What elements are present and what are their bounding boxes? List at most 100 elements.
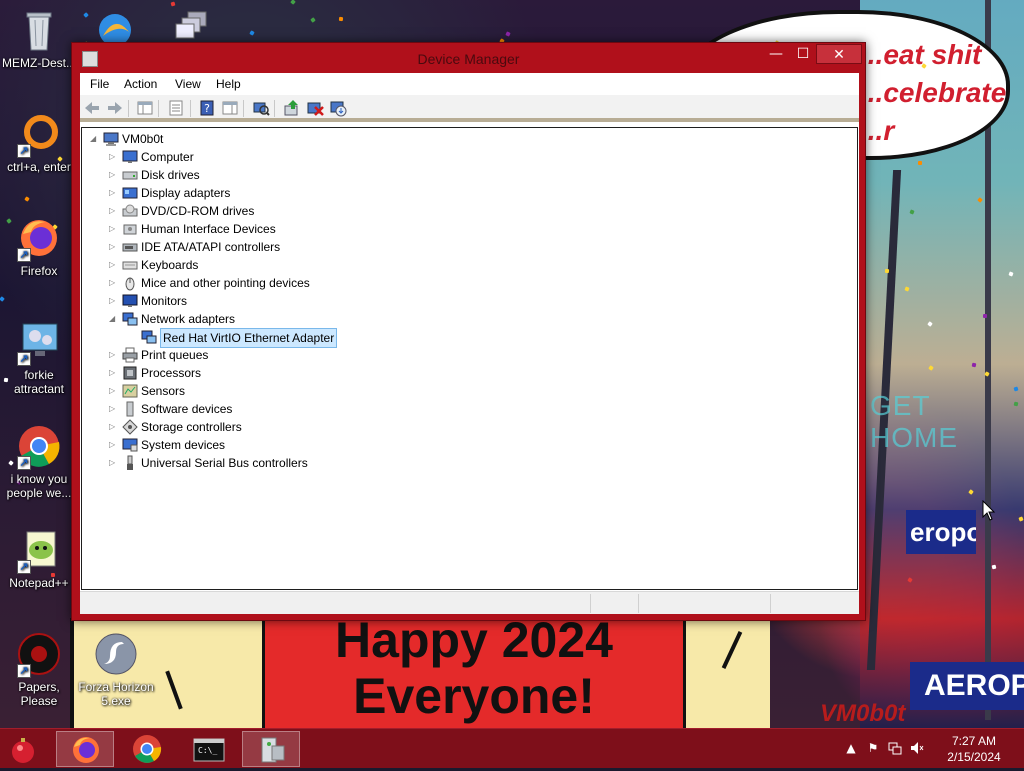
tree-node-network-adapters[interactable]: ◢ Network adapters bbox=[82, 310, 857, 328]
tree-node-sensors[interactable]: ▷ Sensors bbox=[82, 382, 857, 400]
taskbar-chrome[interactable] bbox=[118, 731, 176, 767]
expand-arrow-icon[interactable]: ▷ bbox=[109, 274, 119, 292]
expand-arrow-icon[interactable]: ▷ bbox=[109, 292, 119, 310]
desktop-icon-i-know-you[interactable]: ↗ i know you people we... bbox=[1, 422, 77, 500]
show-hide-console-tree-button[interactable] bbox=[136, 99, 154, 117]
flash-icon bbox=[92, 630, 140, 678]
tree-node-label: Display adapters bbox=[141, 186, 231, 200]
tree-node-label: IDE ATA/ATAPI controllers bbox=[141, 240, 281, 254]
taskbar-device-manager[interactable] bbox=[242, 731, 300, 767]
tree-node-human-interface-devices[interactable]: ▷ Human Interface Devices bbox=[82, 220, 857, 238]
menu-help[interactable]: Help bbox=[216, 77, 241, 91]
tree-root-vm0b0t[interactable]: ◢ VM0b0t bbox=[82, 130, 857, 148]
title-bar[interactable]: Device Manager — ☐ ✕ bbox=[72, 43, 865, 73]
tree-node-software-devices[interactable]: ▷ Software devices bbox=[82, 400, 857, 418]
tree-node-mice-and-other-pointing-devices[interactable]: ▷ Mice and other pointing devices bbox=[82, 274, 857, 292]
tree-node-system-devices[interactable]: ▷ System devices bbox=[82, 436, 857, 454]
tree-node-label: Monitors bbox=[141, 294, 188, 308]
back-button[interactable] bbox=[83, 99, 101, 117]
tree-node-label: Storage controllers bbox=[141, 420, 242, 434]
expand-arrow-icon[interactable]: ▷ bbox=[109, 454, 119, 472]
device-manager-window: Device Manager — ☐ ✕ File Action View He… bbox=[71, 42, 866, 621]
tree-node-label: VM0b0t bbox=[122, 132, 164, 146]
expand-arrow-icon[interactable]: ▷ bbox=[109, 202, 119, 220]
collapse-arrow-icon[interactable]: ◢ bbox=[90, 130, 100, 148]
device-tree[interactable]: ◢ VM0b0t ▷ Computer ▷ Disk drives ▷ Display ada… bbox=[81, 127, 858, 590]
network-icon[interactable] bbox=[888, 741, 902, 755]
minimize-button[interactable]: — bbox=[762, 44, 790, 64]
recycle-bin-icon bbox=[15, 6, 63, 54]
display-adapter-icon bbox=[122, 185, 138, 201]
shortcut-arrow-icon: ↗ bbox=[17, 248, 31, 262]
expand-arrow-icon[interactable]: ▷ bbox=[109, 346, 119, 364]
taskbar-firefox[interactable] bbox=[56, 731, 114, 767]
scan-hardware-icon bbox=[253, 102, 270, 116]
tree-node-monitors[interactable]: ▷ Monitors bbox=[82, 292, 857, 310]
desktop-icon-memz[interactable]: MEMZ-Dest... bbox=[1, 6, 77, 70]
clock[interactable]: 7:27 AM 2/15/2024 bbox=[942, 733, 1006, 765]
expand-arrow-icon[interactable]: ▷ bbox=[109, 382, 119, 400]
desktop-icon-forza[interactable]: Forza Horizon 5.exe bbox=[78, 630, 154, 708]
uninstall-device-icon bbox=[307, 102, 324, 116]
expand-arrow-icon[interactable]: ▷ bbox=[109, 400, 119, 418]
expand-arrow-icon[interactable]: ▷ bbox=[109, 238, 119, 256]
expand-arrow-icon[interactable]: ▷ bbox=[109, 364, 119, 382]
tree-node-print-queues[interactable]: ▷ Print queues bbox=[82, 346, 857, 364]
volume-muted-icon[interactable] bbox=[910, 741, 924, 755]
papers-please-icon: ↗ bbox=[15, 630, 63, 678]
tree-node-keyboards[interactable]: ▷ Keyboards bbox=[82, 256, 857, 274]
menu-action[interactable]: Action bbox=[124, 77, 157, 91]
collapse-arrow-icon[interactable]: ◢ bbox=[109, 310, 119, 328]
clock-time: 7:27 AM bbox=[951, 734, 997, 748]
tree-node-display-adapters[interactable]: ▷ Display adapters bbox=[82, 184, 857, 202]
forward-button[interactable] bbox=[106, 99, 124, 117]
tree-node-ide-ata-atapi-controllers[interactable]: ▷ IDE ATA/ATAPI controllers bbox=[82, 238, 857, 256]
uninstall-device-button[interactable] bbox=[306, 99, 324, 117]
tree-node-label: DVD/CD-ROM drives bbox=[141, 204, 255, 218]
tree-node-red-hat-virtio-ethernet-adapter[interactable]: Red Hat VirtIO Ethernet Adapter bbox=[82, 328, 857, 348]
expand-arrow-icon[interactable]: ▷ bbox=[109, 148, 119, 166]
maximize-button[interactable]: ☐ bbox=[790, 44, 816, 64]
tree-node-universal-serial-bus-controllers[interactable]: ▷ Universal Serial Bus controllers bbox=[82, 454, 857, 472]
desktop-icon-ctrl-a-enter[interactable]: ↗ ctrl+a, enter bbox=[1, 110, 77, 174]
tree-node-disk-drives[interactable]: ▷ Disk drives bbox=[82, 166, 857, 184]
expand-arrow-icon[interactable]: ▷ bbox=[109, 418, 119, 436]
tree-node-label: Red Hat VirtIO Ethernet Adapter bbox=[160, 328, 338, 348]
tree-node-computer[interactable]: ▷ Computer bbox=[82, 148, 857, 166]
desktop-icon-firefox[interactable]: ↗ Firefox bbox=[1, 214, 77, 278]
clock-date: 2/15/2024 bbox=[947, 750, 1001, 764]
svg-text:C:\_: C:\_ bbox=[198, 746, 217, 755]
expand-arrow-icon[interactable]: ▷ bbox=[109, 166, 119, 184]
update-driver-button[interactable] bbox=[283, 99, 301, 117]
menu-view[interactable]: View bbox=[175, 77, 201, 91]
firefox-icon: ↗ bbox=[15, 214, 63, 262]
enable-device-button[interactable] bbox=[329, 99, 347, 117]
processor-icon bbox=[122, 365, 138, 381]
close-button[interactable]: ✕ bbox=[816, 44, 862, 64]
tree-node-dvd-cd-rom-drives[interactable]: ▷ DVD/CD-ROM drives bbox=[82, 202, 857, 220]
action-center-flag-icon[interactable]: ⚑ bbox=[866, 741, 880, 755]
shortcut-arrow-icon: ↗ bbox=[17, 352, 31, 366]
tree-node-label: Disk drives bbox=[141, 168, 200, 182]
tree-node-processors[interactable]: ▷ Processors bbox=[82, 364, 857, 382]
desktop-icon-notepad-plus-plus[interactable]: ↗ Notepad++ bbox=[1, 526, 77, 590]
start-button[interactable] bbox=[8, 735, 38, 765]
help-button[interactable]: ? bbox=[198, 99, 216, 117]
menu-file[interactable]: File bbox=[90, 77, 109, 91]
expand-arrow-icon[interactable]: ▷ bbox=[109, 436, 119, 454]
desktop-icon-papers-please[interactable]: ↗ Papers, Please bbox=[1, 630, 77, 708]
desktop-icon-forkie[interactable]: ↗ forkie attractant bbox=[1, 318, 77, 396]
status-bar bbox=[80, 591, 859, 614]
taskbar-command-prompt[interactable]: C:\_ bbox=[180, 731, 238, 767]
expand-arrow-icon[interactable]: ▷ bbox=[109, 256, 119, 274]
properties-button[interactable] bbox=[167, 99, 185, 117]
scan-hardware-changes-button[interactable] bbox=[252, 99, 270, 117]
action-pane-button[interactable] bbox=[221, 99, 239, 117]
tree-node-storage-controllers[interactable]: ▷ Storage controllers bbox=[82, 418, 857, 436]
shortcut-arrow-icon: ↗ bbox=[17, 664, 31, 678]
expand-arrow-icon[interactable]: ▷ bbox=[109, 184, 119, 202]
expand-arrow-icon[interactable]: ▷ bbox=[109, 220, 119, 238]
window-title: Device Manager bbox=[417, 51, 520, 67]
tree-node-label: Mice and other pointing devices bbox=[141, 276, 310, 290]
show-hidden-icons-button[interactable]: ▲ bbox=[844, 741, 858, 755]
